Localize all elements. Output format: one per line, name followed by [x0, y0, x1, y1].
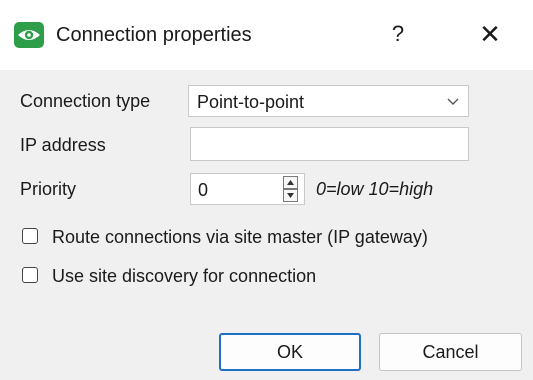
connection-type-label: Connection type: [20, 91, 151, 111]
triangle-up-icon: [287, 180, 294, 185]
route-via-master-label[interactable]: Route connections via site master (IP ga…: [52, 225, 428, 249]
help-button[interactable]: ?: [378, 14, 418, 54]
eye-icon: [14, 22, 44, 48]
site-discovery-checkbox[interactable]: [22, 267, 38, 283]
connection-type-select[interactable]: Point-to-point: [188, 85, 469, 117]
title-bar: Connection properties ? ✕: [0, 0, 533, 70]
priority-stepper[interactable]: 0: [190, 173, 305, 205]
ip-address-label: IP address: [20, 135, 106, 155]
priority-hint: 0=low 10=high: [316, 179, 434, 199]
close-button[interactable]: ✕: [468, 14, 512, 54]
triangle-down-icon: [287, 193, 294, 198]
priority-value: 0: [198, 180, 209, 200]
spin-up-button[interactable]: [283, 176, 298, 189]
site-discovery-label[interactable]: Use site discovery for connection: [52, 264, 316, 288]
connection-properties-dialog: Connection properties ? ✕ Connection typ…: [0, 0, 533, 380]
priority-label: Priority: [20, 179, 77, 199]
cancel-button[interactable]: Cancel: [379, 333, 522, 371]
chevron-down-icon: [447, 98, 459, 105]
ok-button[interactable]: OK: [219, 333, 361, 371]
spin-down-button[interactable]: [283, 189, 298, 202]
connection-type-value: Point-to-point: [197, 92, 305, 112]
ip-address-field[interactable]: [190, 127, 469, 161]
dialog-title: Connection properties: [56, 24, 252, 46]
route-via-master-checkbox[interactable]: [22, 228, 38, 244]
